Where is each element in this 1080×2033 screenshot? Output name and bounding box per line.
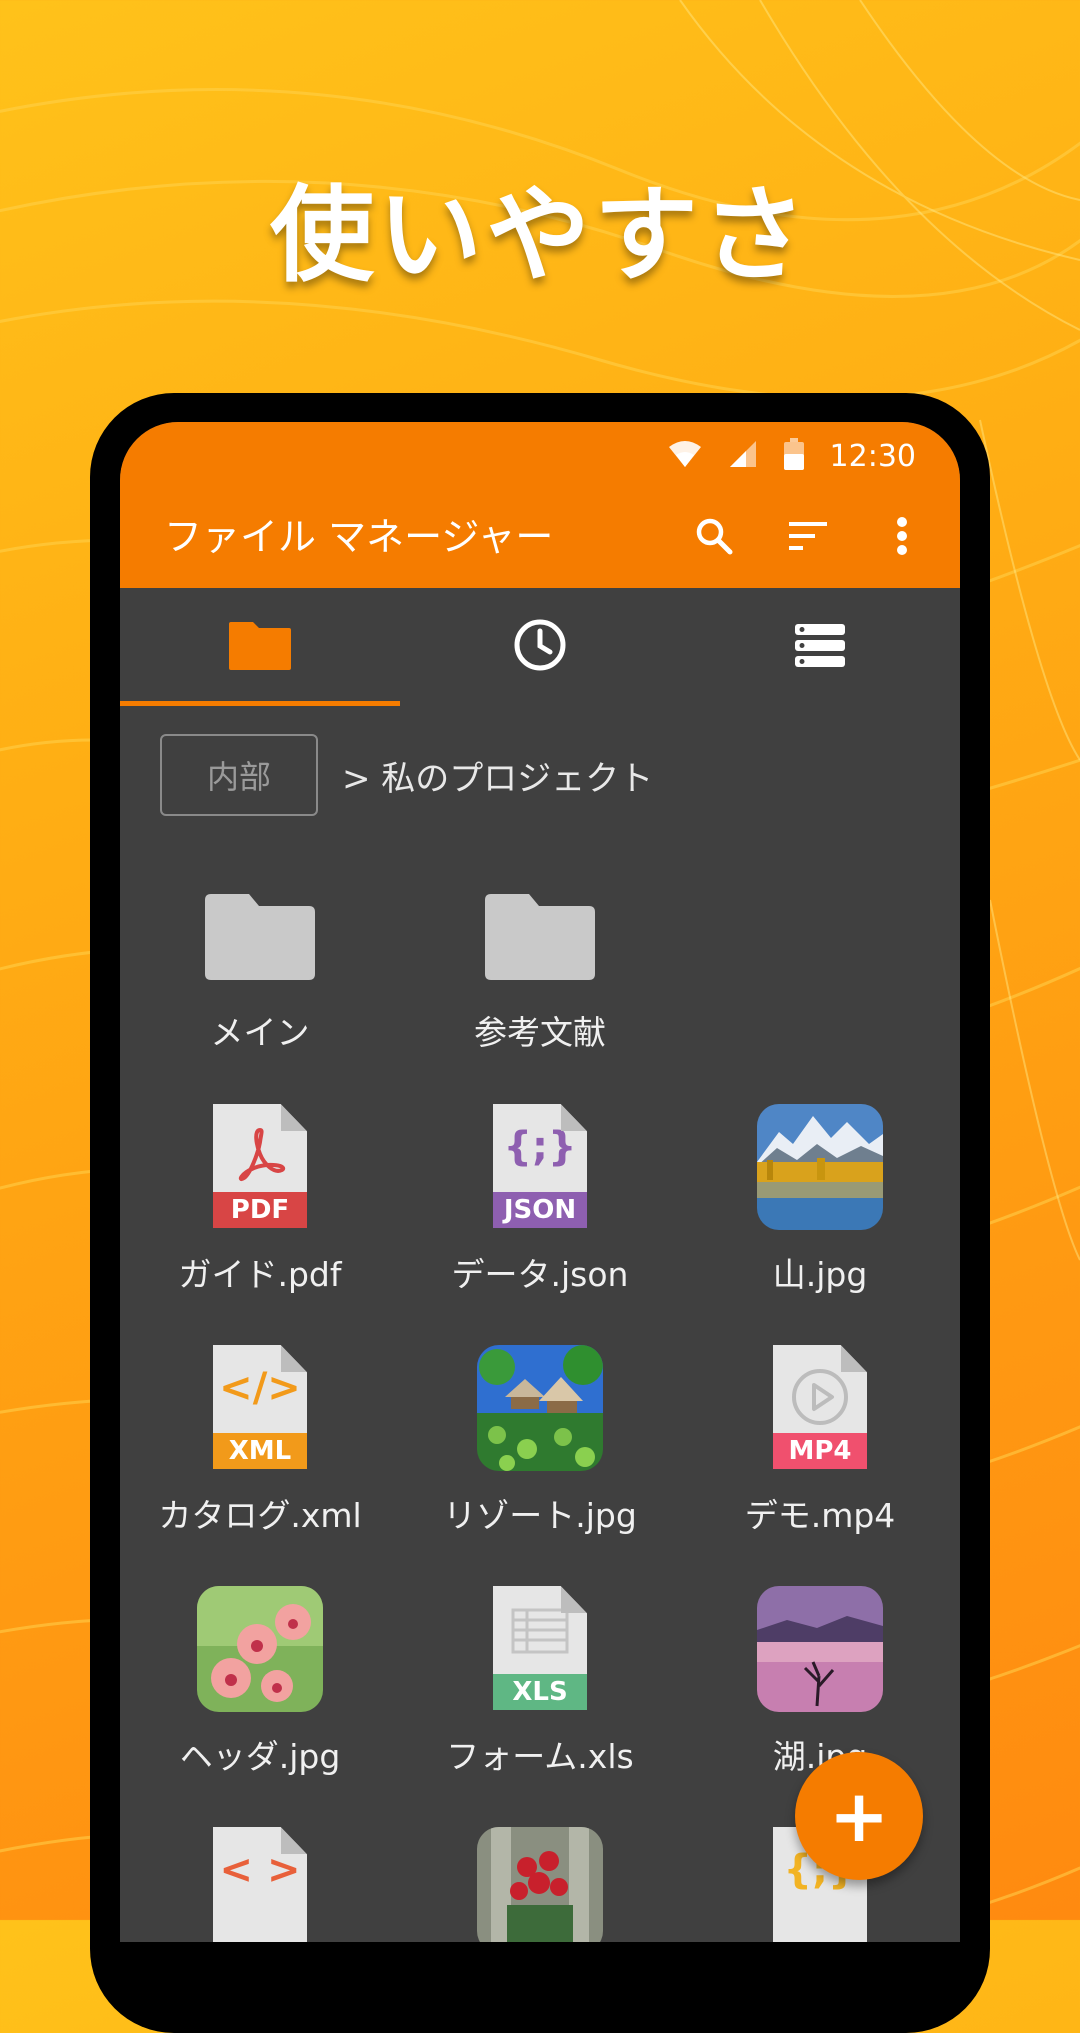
file-name: ガイド.pdf <box>178 1255 342 1294</box>
list-item-folder[interactable]: 参考文献 <box>400 862 680 1054</box>
table-icon <box>493 1606 587 1666</box>
more-vert-icon[interactable] <box>874 508 930 564</box>
breadcrumb: 内部 > 私のプロジェクト <box>160 734 653 816</box>
breadcrumb-root[interactable]: 内部 <box>160 734 318 816</box>
file-name: メイン <box>210 1013 310 1052</box>
app-bar: 12:30 ファイル マネージャー <box>120 422 960 588</box>
list-item-xml[interactable]: </> XML カタログ.xml <box>120 1345 400 1537</box>
play-icon <box>773 1365 867 1439</box>
sort-icon[interactable] <box>780 508 836 564</box>
code-icon: < > <box>219 1847 301 1893</box>
mp4-file-icon: MP4 <box>773 1345 867 1469</box>
pdf-file-icon: PDF <box>213 1104 307 1228</box>
xml-file-icon: </> XML <box>213 1345 307 1469</box>
json-file-icon: {;} JSON <box>493 1104 587 1228</box>
list-item-pdf[interactable]: PDF ガイド.pdf <box>120 1104 400 1296</box>
code-file-icon: < > <box>213 1827 307 1942</box>
resort-photo-thumbnail <box>477 1345 603 1471</box>
folder-icon <box>197 862 323 988</box>
status-bar: 12:30 <box>668 430 916 482</box>
list-item-image[interactable]: 山.jpg <box>680 1104 960 1296</box>
status-time: 12:30 <box>829 438 916 474</box>
folder-icon <box>477 862 603 988</box>
flower-photo-thumbnail <box>477 1827 603 1942</box>
list-item-image[interactable]: リゾート.jpg <box>400 1345 680 1537</box>
tab-bar <box>120 588 960 706</box>
file-name: リゾート.jpg <box>443 1496 637 1535</box>
braces-icon: {;} <box>503 1124 577 1170</box>
file-name: ヘッダ.jpg <box>179 1737 341 1776</box>
file-name: データ.json <box>451 1255 629 1294</box>
signal-icon <box>728 439 758 473</box>
code-icon: </> <box>219 1365 301 1411</box>
file-badge: MP4 <box>773 1433 867 1469</box>
file-name: 山.jpg <box>772 1255 868 1294</box>
clock-icon <box>512 617 568 677</box>
file-name: 参考文献 <box>474 1013 606 1052</box>
list-item-image[interactable]: ヘッダ.jpg <box>120 1586 400 1778</box>
list-item-code[interactable]: < > <box>120 1827 400 1942</box>
list-item-image[interactable] <box>400 1827 680 1942</box>
list-item-video[interactable]: MP4 デモ.mp4 <box>680 1345 960 1537</box>
mountain-photo-thumbnail <box>757 1104 883 1230</box>
file-badge: XML <box>213 1433 307 1469</box>
app-title: ファイル マネージャー <box>164 515 554 559</box>
list-item-image[interactable]: 湖.jpg <box>680 1586 960 1778</box>
list-item-folder[interactable]: メイン <box>120 862 400 1054</box>
search-icon[interactable] <box>686 508 742 564</box>
acrobat-icon <box>213 1124 307 1194</box>
tab-recent[interactable] <box>400 588 680 706</box>
tab-files[interactable] <box>120 588 400 706</box>
folder-icon <box>227 618 293 676</box>
battery-icon <box>783 438 804 474</box>
file-name: デモ.mp4 <box>744 1496 896 1535</box>
list-item-spreadsheet[interactable]: XLS フォーム.xls <box>400 1586 680 1778</box>
phone-screen: 12:30 ファイル マネージャー 内部 > 私のプロジェクト メイン 参考文献… <box>120 422 960 1942</box>
orchid-photo-thumbnail <box>197 1586 323 1712</box>
file-name: カタログ.xml <box>158 1496 362 1535</box>
list-item-json[interactable]: {;} JSON データ.json <box>400 1104 680 1296</box>
lake-photo-thumbnail <box>757 1586 883 1712</box>
file-badge: PDF <box>213 1192 307 1228</box>
xls-file-icon: XLS <box>493 1586 587 1710</box>
storage-icon <box>793 622 847 672</box>
breadcrumb-path[interactable]: > 私のプロジェクト <box>342 751 653 800</box>
file-name: フォーム.xls <box>446 1737 634 1776</box>
app-actions <box>686 508 930 564</box>
file-badge: JSON <box>493 1192 587 1228</box>
tab-storage[interactable] <box>680 588 960 706</box>
add-button[interactable]: + <box>795 1752 923 1880</box>
file-badge: XLS <box>493 1674 587 1710</box>
wifi-icon <box>668 439 702 473</box>
headline: 使いやすさ <box>269 174 810 296</box>
